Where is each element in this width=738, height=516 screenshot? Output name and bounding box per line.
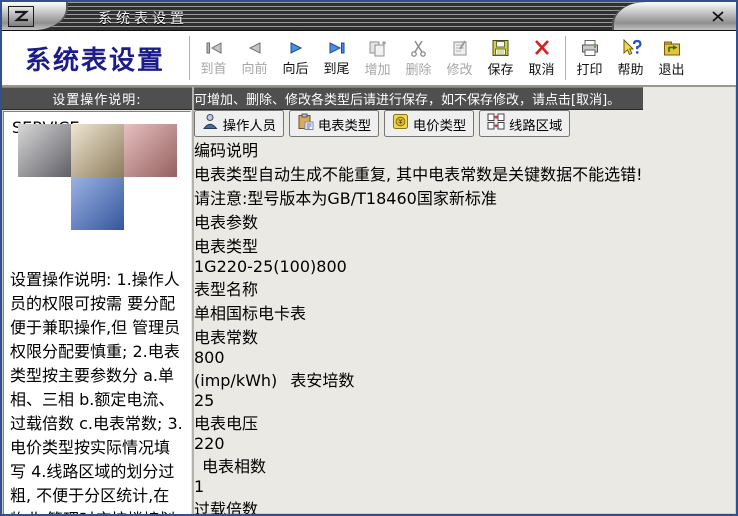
- exit-button[interactable]: 退出: [651, 34, 692, 82]
- tab-line-region[interactable]: 线路区域: [479, 110, 571, 137]
- cancel-button[interactable]: 取消: [521, 34, 562, 82]
- instructions-text: 设置操作说明: 1.操作人员的权限可按需 要分配便于兼职操作,但 管理员权限分配…: [10, 270, 183, 514]
- modify-button[interactable]: 修改: [439, 34, 480, 82]
- modify-icon: [450, 39, 470, 57]
- collage-keyboard-photo: [71, 177, 124, 230]
- next-record-button[interactable]: 向后: [275, 34, 316, 82]
- encoding-note-line2: 请注意:型号版本为GB/T18460国家新标准: [194, 189, 497, 208]
- operator-person-icon: [202, 114, 219, 133]
- notice-bar: 可增加、删除、修改各类型后请进行保存，如不保存修改，请点击[取消]。: [194, 87, 643, 110]
- first-record-button[interactable]: 到首: [193, 34, 234, 82]
- phases-label: 电表相数: [202, 457, 267, 476]
- main-panel: 可增加、删除、修改各类型后请进行保存，如不保存修改，请点击[取消]。 操作人员 …: [194, 87, 643, 516]
- prev-record-button[interactable]: 向前: [234, 34, 275, 82]
- delete-icon: [409, 39, 429, 57]
- tab-price-type[interactable]: 电价类型: [384, 110, 475, 137]
- meter-params-groupbox: 电表参数 电表类型 1G220-25(100)800 表型名称 单相国标电卡表 …: [194, 209, 643, 516]
- help-icon: [620, 38, 642, 57]
- voltage-label: 电表电压: [194, 414, 259, 433]
- service-collage-image: SERVICE: [12, 118, 182, 266]
- meter-params-groupbox-title: 电表参数: [194, 213, 259, 232]
- tab-operators[interactable]: 操作人员: [194, 110, 285, 137]
- ampere-label: 表安培数: [290, 371, 355, 390]
- tab-meter-type[interactable]: 电表类型: [289, 110, 380, 137]
- toolbar-separator: [565, 36, 566, 80]
- price-type-coin-icon: [392, 114, 409, 133]
- overload-label: 过载倍数: [194, 500, 259, 516]
- meter-constant-combobox[interactable]: 800: [194, 348, 643, 367]
- tab-bar: 操作人员 电表类型 电价类型 线路区域: [194, 110, 643, 137]
- window-title: 系统表设置: [98, 11, 188, 27]
- title-bar: 系统表设置: [2, 2, 736, 31]
- save-icon: [491, 39, 511, 57]
- close-button[interactable]: [710, 9, 726, 23]
- toolbar: 系统表设置 到首 向前 向后 到尾 增加 删除 修改 保存 取消 打印 帮助 退…: [2, 31, 736, 87]
- delete-button[interactable]: 删除: [398, 34, 439, 82]
- voltage-combobox[interactable]: 220: [194, 434, 643, 453]
- add-button[interactable]: 增加: [357, 34, 398, 82]
- help-button[interactable]: 帮助: [610, 34, 651, 82]
- app-window: 系统表设置 系统表设置 到首 向前 向后 到尾 增加 删除 修改 保存 取消 打…: [0, 0, 738, 516]
- constant-unit-text: (imp/kWh): [194, 371, 278, 390]
- sidebar-body: SERVICE 设置操作说明: 1.操作人员的权限可按需 要分配便于兼职操作,但…: [3, 111, 191, 514]
- add-icon: [368, 39, 388, 57]
- exit-icon: [662, 39, 682, 57]
- meter-type-input[interactable]: 1G220-25(100)800: [194, 257, 643, 276]
- phases-combobox[interactable]: 1: [194, 477, 643, 496]
- prev-record-icon: [245, 40, 265, 56]
- last-record-icon: [327, 40, 347, 56]
- ampere-combobox[interactable]: 25: [194, 391, 643, 410]
- save-button[interactable]: 保存: [480, 34, 521, 82]
- collage-pens-photo: [124, 124, 177, 177]
- meter-constant-label: 电表常数: [194, 328, 259, 347]
- model-name-label: 表型名称: [194, 280, 259, 299]
- encoding-groupbox: 编码说明 电表类型自动生成不能重复, 其中电表常数是关键数据不能选错! 请注意:…: [194, 137, 643, 209]
- toolbar-separator: [189, 36, 190, 80]
- collage-watch-photo: [12, 118, 65, 171]
- meter-type-clipboard-icon: [297, 113, 314, 133]
- collage-pen-photo: [71, 124, 124, 177]
- model-name-input[interactable]: 单相国标电卡表: [194, 300, 643, 324]
- sidebar-header: 设置操作说明:: [2, 87, 192, 110]
- first-record-icon: [204, 40, 224, 56]
- page-title: 系统表设置: [24, 45, 165, 76]
- next-record-icon: [286, 40, 306, 56]
- collage-hand-photo: [124, 177, 177, 230]
- line-region-icon: [487, 113, 505, 133]
- meter-type-label: 电表类型: [194, 237, 259, 256]
- encoding-note-line1: 电表类型自动生成不能重复, 其中电表常数是关键数据不能选错!: [194, 165, 643, 184]
- print-icon: [580, 39, 600, 57]
- cancel-icon: [532, 39, 552, 57]
- app-icon: [8, 6, 34, 27]
- sidebar: 设置操作说明: SERVICE 设置操作说明: 1.操作人员的权限可按需 要分配…: [2, 87, 194, 514]
- encoding-groupbox-title: 编码说明: [194, 141, 259, 160]
- content-area: 设置操作说明: SERVICE 设置操作说明: 1.操作人员的权限可按需 要分配…: [2, 87, 736, 516]
- print-button[interactable]: 打印: [569, 34, 610, 82]
- last-record-button[interactable]: 到尾: [316, 34, 357, 82]
